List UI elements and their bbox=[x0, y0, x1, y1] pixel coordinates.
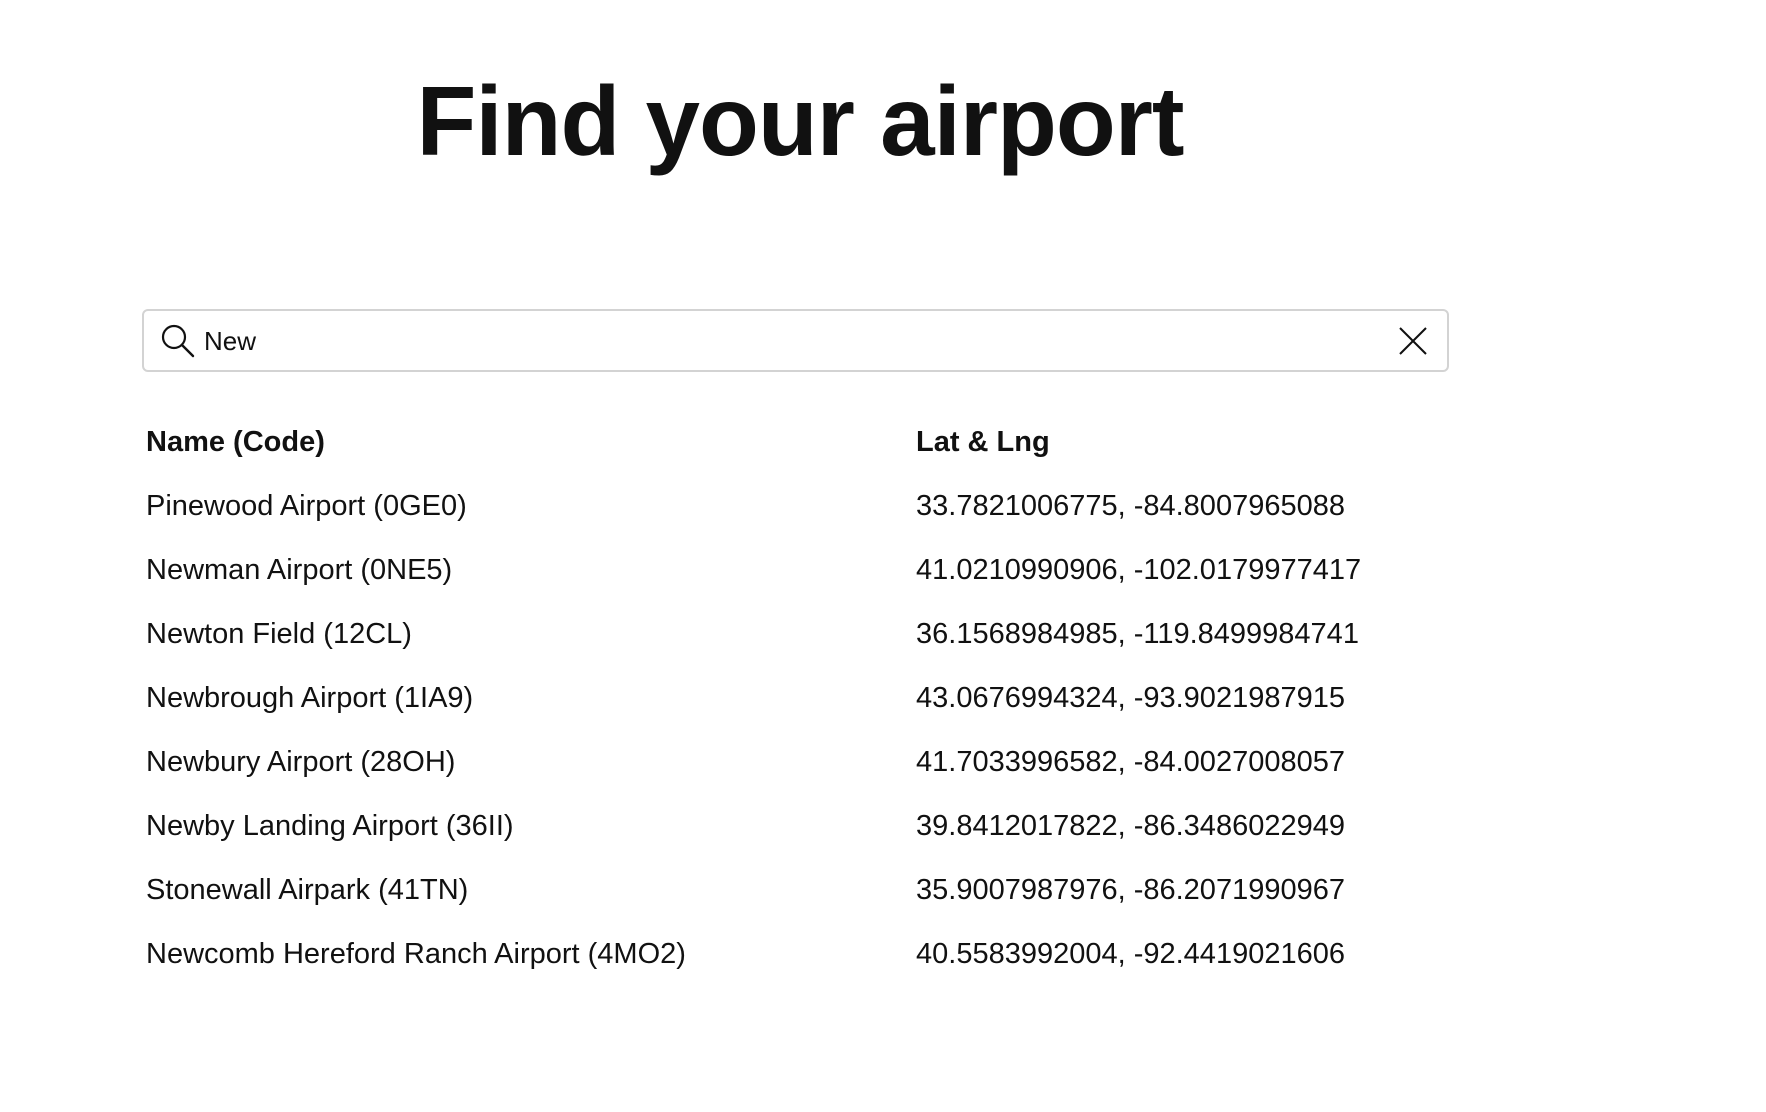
airport-name: Newman Airport (0NE5) bbox=[146, 553, 453, 586]
airport-name: Stonewall Airpark (41TN) bbox=[146, 873, 469, 906]
table-row[interactable]: Stonewall Airpark (41TN) 35.9007987976, … bbox=[146, 858, 1436, 922]
search-icon bbox=[160, 323, 196, 359]
airport-name: Newton Field (12CL) bbox=[146, 617, 412, 650]
airport-coords: 43.0676994324, -93.9021987915 bbox=[916, 681, 1345, 714]
airport-coords: 39.8412017822, -86.3486022949 bbox=[916, 809, 1345, 842]
airport-name: Newby Landing Airport (36II) bbox=[146, 809, 514, 842]
airport-coords: 41.0210990906, -102.0179977417 bbox=[916, 553, 1362, 586]
airport-coords: 33.7821006775, -84.8007965088 bbox=[916, 489, 1345, 522]
search-box bbox=[142, 309, 1449, 372]
table-row[interactable]: Newbrough Airport (1IA9) 43.0676994324, … bbox=[146, 666, 1436, 730]
table-row[interactable]: Newbury Airport (28OH) 41.7033996582, -8… bbox=[146, 730, 1436, 794]
airport-name: Newbrough Airport (1IA9) bbox=[146, 681, 474, 714]
airport-name: Newcomb Hereford Ranch Airport (4MO2) bbox=[146, 937, 686, 970]
airport-coords: 35.9007987976, -86.2071990967 bbox=[916, 873, 1345, 906]
table-row[interactable]: Newcomb Hereford Ranch Airport (4MO2) 40… bbox=[146, 922, 1436, 986]
airport-name: Newbury Airport (28OH) bbox=[146, 745, 456, 778]
table-header-row: Name (Code) Lat & Lng bbox=[146, 410, 1436, 474]
airport-name: Pinewood Airport (0GE0) bbox=[146, 489, 467, 522]
table-row[interactable]: Newby Landing Airport (36II) 39.84120178… bbox=[146, 794, 1436, 858]
close-icon[interactable] bbox=[1397, 325, 1429, 357]
results-table: Name (Code) Lat & Lng Pinewood Airport (… bbox=[146, 410, 1436, 986]
column-header-name: Name (Code) bbox=[146, 425, 325, 458]
airport-coords: 40.5583992004, -92.4419021606 bbox=[916, 937, 1345, 970]
column-header-coords: Lat & Lng bbox=[916, 425, 1050, 458]
airport-coords: 41.7033996582, -84.0027008057 bbox=[916, 745, 1345, 778]
search-input[interactable] bbox=[204, 319, 1364, 363]
page-title: Find your airport bbox=[416, 66, 1185, 176]
table-row[interactable]: Pinewood Airport (0GE0) 33.7821006775, -… bbox=[146, 474, 1436, 538]
table-row[interactable]: Newton Field (12CL) 36.1568984985, -119.… bbox=[146, 602, 1436, 666]
airport-coords: 36.1568984985, -119.8499984741 bbox=[916, 617, 1359, 650]
table-row[interactable]: Newman Airport (0NE5) 41.0210990906, -10… bbox=[146, 538, 1436, 602]
